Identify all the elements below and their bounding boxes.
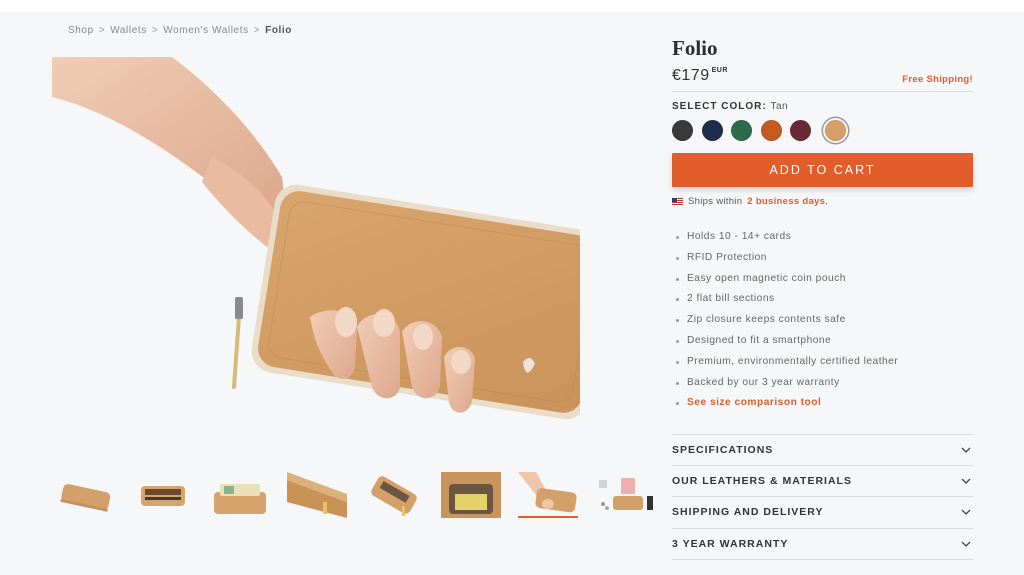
breadcrumb: Shop > Wallets > Women's Wallets > Folio xyxy=(68,25,292,36)
accordion-label: SPECIFICATIONS xyxy=(672,444,774,456)
feature-item: Premium, environmentally certified leath… xyxy=(672,356,973,377)
selected-color-value: Tan xyxy=(770,101,789,112)
ships-suffix: . xyxy=(825,196,829,207)
accordion-specifications[interactable]: SPECIFICATIONS xyxy=(672,434,973,465)
accordion-label: SHIPPING AND DELIVERY xyxy=(672,506,824,518)
shipping-info: Ships within 2 business days. xyxy=(672,196,973,207)
color-swatch-navy[interactable] xyxy=(701,120,723,141)
price-value: €179 xyxy=(672,67,710,84)
feature-item: RFID Protection xyxy=(672,252,973,273)
feature-item: Backed by our 3 year warranty xyxy=(672,377,973,398)
breadcrumb-wallets[interactable]: Wallets xyxy=(110,25,147,36)
thumbnail-strip xyxy=(56,472,655,518)
chevron-down-icon xyxy=(961,478,971,484)
feature-item: Designed to fit a smartphone xyxy=(672,335,973,356)
thumbnail-2[interactable] xyxy=(133,472,193,518)
product-main-image xyxy=(52,57,580,427)
breadcrumb-shop[interactable]: Shop xyxy=(68,25,94,36)
add-to-cart-button[interactable]: ADD TO CART xyxy=(672,153,973,187)
thumbnail-6[interactable] xyxy=(441,472,501,518)
color-swatch-burgundy[interactable] xyxy=(790,120,811,141)
price-row: €179 EUR Free Shipping! xyxy=(672,67,973,92)
feature-item: 2 flat bill sections xyxy=(672,293,973,314)
product-details: Folio €179 EUR Free Shipping! SELECT COLO… xyxy=(672,36,973,418)
accordion-label: 3 YEAR WARRANTY xyxy=(672,538,789,550)
color-swatches xyxy=(672,120,973,141)
breadcrumb-separator: > xyxy=(253,25,261,36)
thumbnail-7[interactable] xyxy=(518,472,578,518)
thumbnail-5[interactable] xyxy=(364,472,424,518)
feature-item: Holds 10 - 14+ cards xyxy=(672,231,973,252)
breadcrumb-separator: > xyxy=(98,25,106,36)
color-swatch-charcoal[interactable] xyxy=(672,120,693,141)
breadcrumb-womens-wallets[interactable]: Women's Wallets xyxy=(163,25,248,36)
price-currency: EUR xyxy=(711,67,728,74)
select-color-label: SELECT COLOR: xyxy=(672,101,767,112)
free-shipping-badge: Free Shipping! xyxy=(902,74,973,85)
chevron-down-icon xyxy=(961,541,971,547)
thumbnail-3[interactable] xyxy=(210,472,270,518)
color-swatch-tan[interactable] xyxy=(824,120,846,141)
chevron-down-icon xyxy=(961,509,971,515)
accordion-leathers-materials[interactable]: OUR LEATHERS & MATERIALS xyxy=(672,465,973,496)
color-swatch-orange[interactable] xyxy=(760,120,782,141)
feature-list: Holds 10 - 14+ cards RFID Protection Eas… xyxy=(672,231,973,418)
ships-prefix: Ships within xyxy=(688,196,743,207)
thumbnail-8[interactable] xyxy=(595,472,655,518)
feature-item: Easy open magnetic coin pouch xyxy=(672,273,973,294)
feature-item: Zip closure keeps contents safe xyxy=(672,314,973,335)
accordion-shipping-delivery[interactable]: SHIPPING AND DELIVERY xyxy=(672,496,973,527)
breadcrumb-current: Folio xyxy=(265,25,293,36)
select-color-row: SELECT COLOR: Tan xyxy=(672,101,973,112)
accordion-warranty[interactable]: 3 YEAR WARRANTY xyxy=(672,528,973,559)
chevron-down-icon xyxy=(961,447,971,453)
wallet-in-hand-image xyxy=(52,57,580,420)
product-title: Folio xyxy=(672,36,718,60)
thumbnail-4[interactable] xyxy=(287,472,347,518)
size-comparison-link[interactable]: See size comparison tool xyxy=(672,397,973,418)
accordion-label: OUR LEATHERS & MATERIALS xyxy=(672,475,852,487)
ships-days: 2 business days xyxy=(747,196,826,207)
breadcrumb-separator: > xyxy=(151,25,159,36)
product-price: €179 EUR xyxy=(672,67,728,85)
color-swatch-forest-green[interactable] xyxy=(731,120,752,141)
accordion-divider xyxy=(672,559,973,560)
thumbnail-1[interactable] xyxy=(56,472,116,518)
us-flag-icon xyxy=(672,198,683,205)
